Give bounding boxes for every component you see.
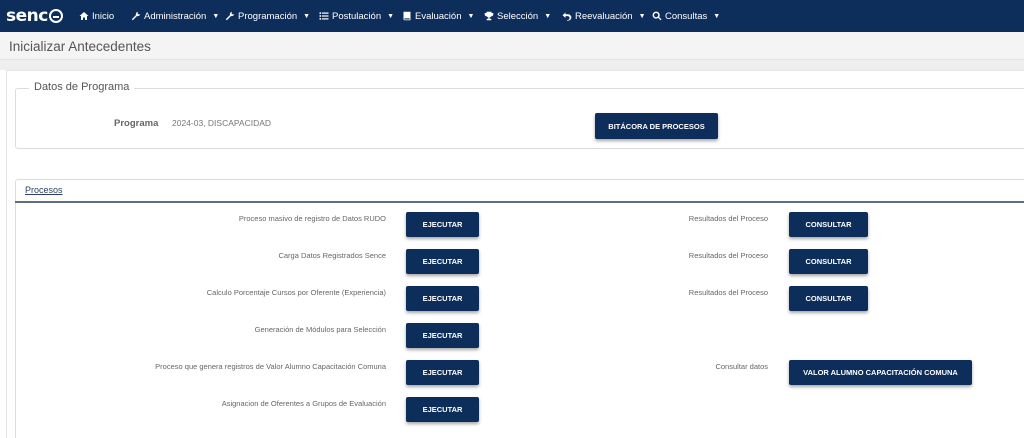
nav-item-programacion[interactable]: Programación ▼ [225, 9, 310, 23]
nav-label: Programación [238, 10, 298, 22]
home-icon [79, 12, 89, 20]
ejecutar-button[interactable]: EJECUTAR [406, 323, 479, 348]
valor-alumno-capacitacion-comuna-button[interactable]: VALOR ALUMNO CAPACITACIÓN COMUNA [789, 360, 972, 385]
datos-programa-legend: Datos de Programa [29, 81, 135, 93]
chevron-down-icon: ▼ [713, 12, 721, 20]
proceso-label: Proceso masivo de registro de Datos RUDO [238, 214, 386, 223]
nav-label: Postulación [332, 10, 382, 22]
top-navbar: senc Inicio Administración ▼ Programació… [0, 0, 1024, 32]
trophy-icon [484, 11, 494, 21]
content-separator [0, 60, 1024, 70]
programa-label: Programa [114, 118, 159, 129]
chevron-down-icon: ▼ [544, 12, 552, 20]
resultado-label: Resultados del Proceso [688, 214, 768, 223]
nav-item-seleccion[interactable]: Selección ▼ [484, 9, 551, 23]
sence-logo[interactable]: senc [6, 5, 63, 27]
ejecutar-button[interactable]: EJECUTAR [406, 249, 479, 274]
nav-label: Selección [497, 10, 539, 22]
nav-item-reevaluacion[interactable]: Reevaluación ▼ [562, 9, 646, 23]
nav-label: Reevaluación [575, 10, 633, 22]
wrench-icon [131, 11, 141, 21]
ejecutar-button[interactable]: EJECUTAR [406, 212, 479, 237]
chevron-down-icon: ▼ [638, 12, 646, 20]
consultar-button[interactable]: CONSULTAR [789, 249, 868, 274]
nav-item-administracion[interactable]: Administración ▼ [131, 9, 219, 23]
chevron-down-icon: ▼ [387, 12, 395, 20]
programa-value: 2024-03, DISCAPACIDAD [172, 118, 272, 128]
page-title: Inicializar Antecedentes [9, 39, 151, 54]
logo-text: senc [6, 6, 48, 26]
undo-icon [562, 12, 572, 21]
ejecutar-button[interactable]: EJECUTAR [406, 286, 479, 311]
chevron-down-icon: ▼ [467, 12, 475, 20]
nav-item-inicio[interactable]: Inicio [79, 9, 114, 23]
proceso-label: Calculo Porcentaje Cursos por Oferente (… [206, 288, 386, 297]
proceso-label: Carga Datos Registrados Sence [278, 251, 386, 260]
list-icon [319, 12, 329, 20]
procesos-tab-header [15, 179, 1024, 203]
nav-label: Administración [144, 10, 207, 22]
nav-item-consultas[interactable]: Consultas ▼ [652, 9, 720, 23]
nav-label: Evaluación [415, 10, 462, 22]
chevron-down-icon: ▼ [303, 12, 311, 20]
consultar-button[interactable]: CONSULTAR [789, 212, 868, 237]
resultado-label: Resultados del Proceso [688, 251, 768, 260]
logo-mark-icon [48, 9, 63, 23]
proceso-label: Proceso que genera registros de Valor Al… [155, 362, 386, 371]
procesos-panel [15, 179, 1024, 438]
book-icon [403, 11, 411, 21]
nav-label: Consultas [665, 10, 708, 22]
page-title-bar: Inicializar Antecedentes [0, 32, 1024, 60]
datos-programa-fieldset [15, 88, 1024, 149]
wrench-icon [225, 11, 235, 21]
proceso-label: Generación de Módulos para Selección [254, 325, 386, 334]
ejecutar-button[interactable]: EJECUTAR [406, 360, 479, 385]
bitacora-procesos-button[interactable]: BITÁCORA DE PROCESOS [595, 113, 718, 139]
proceso-label: Asignacion de Oferentes a Grupos de Eval… [221, 399, 386, 408]
nav-item-evaluacion[interactable]: Evaluación ▼ [402, 9, 474, 23]
consultar-button[interactable]: CONSULTAR [789, 286, 868, 311]
nav-label: Inicio [92, 10, 115, 22]
search-icon [652, 11, 662, 21]
ejecutar-button[interactable]: EJECUTAR [406, 397, 479, 422]
tab-procesos[interactable]: Procesos [25, 185, 63, 195]
chevron-down-icon: ▼ [212, 12, 220, 20]
consultar-datos-label: Consultar datos [715, 362, 768, 371]
resultado-label: Resultados del Proceso [688, 288, 768, 297]
nav-item-postulacion[interactable]: Postulación ▼ [319, 9, 394, 23]
